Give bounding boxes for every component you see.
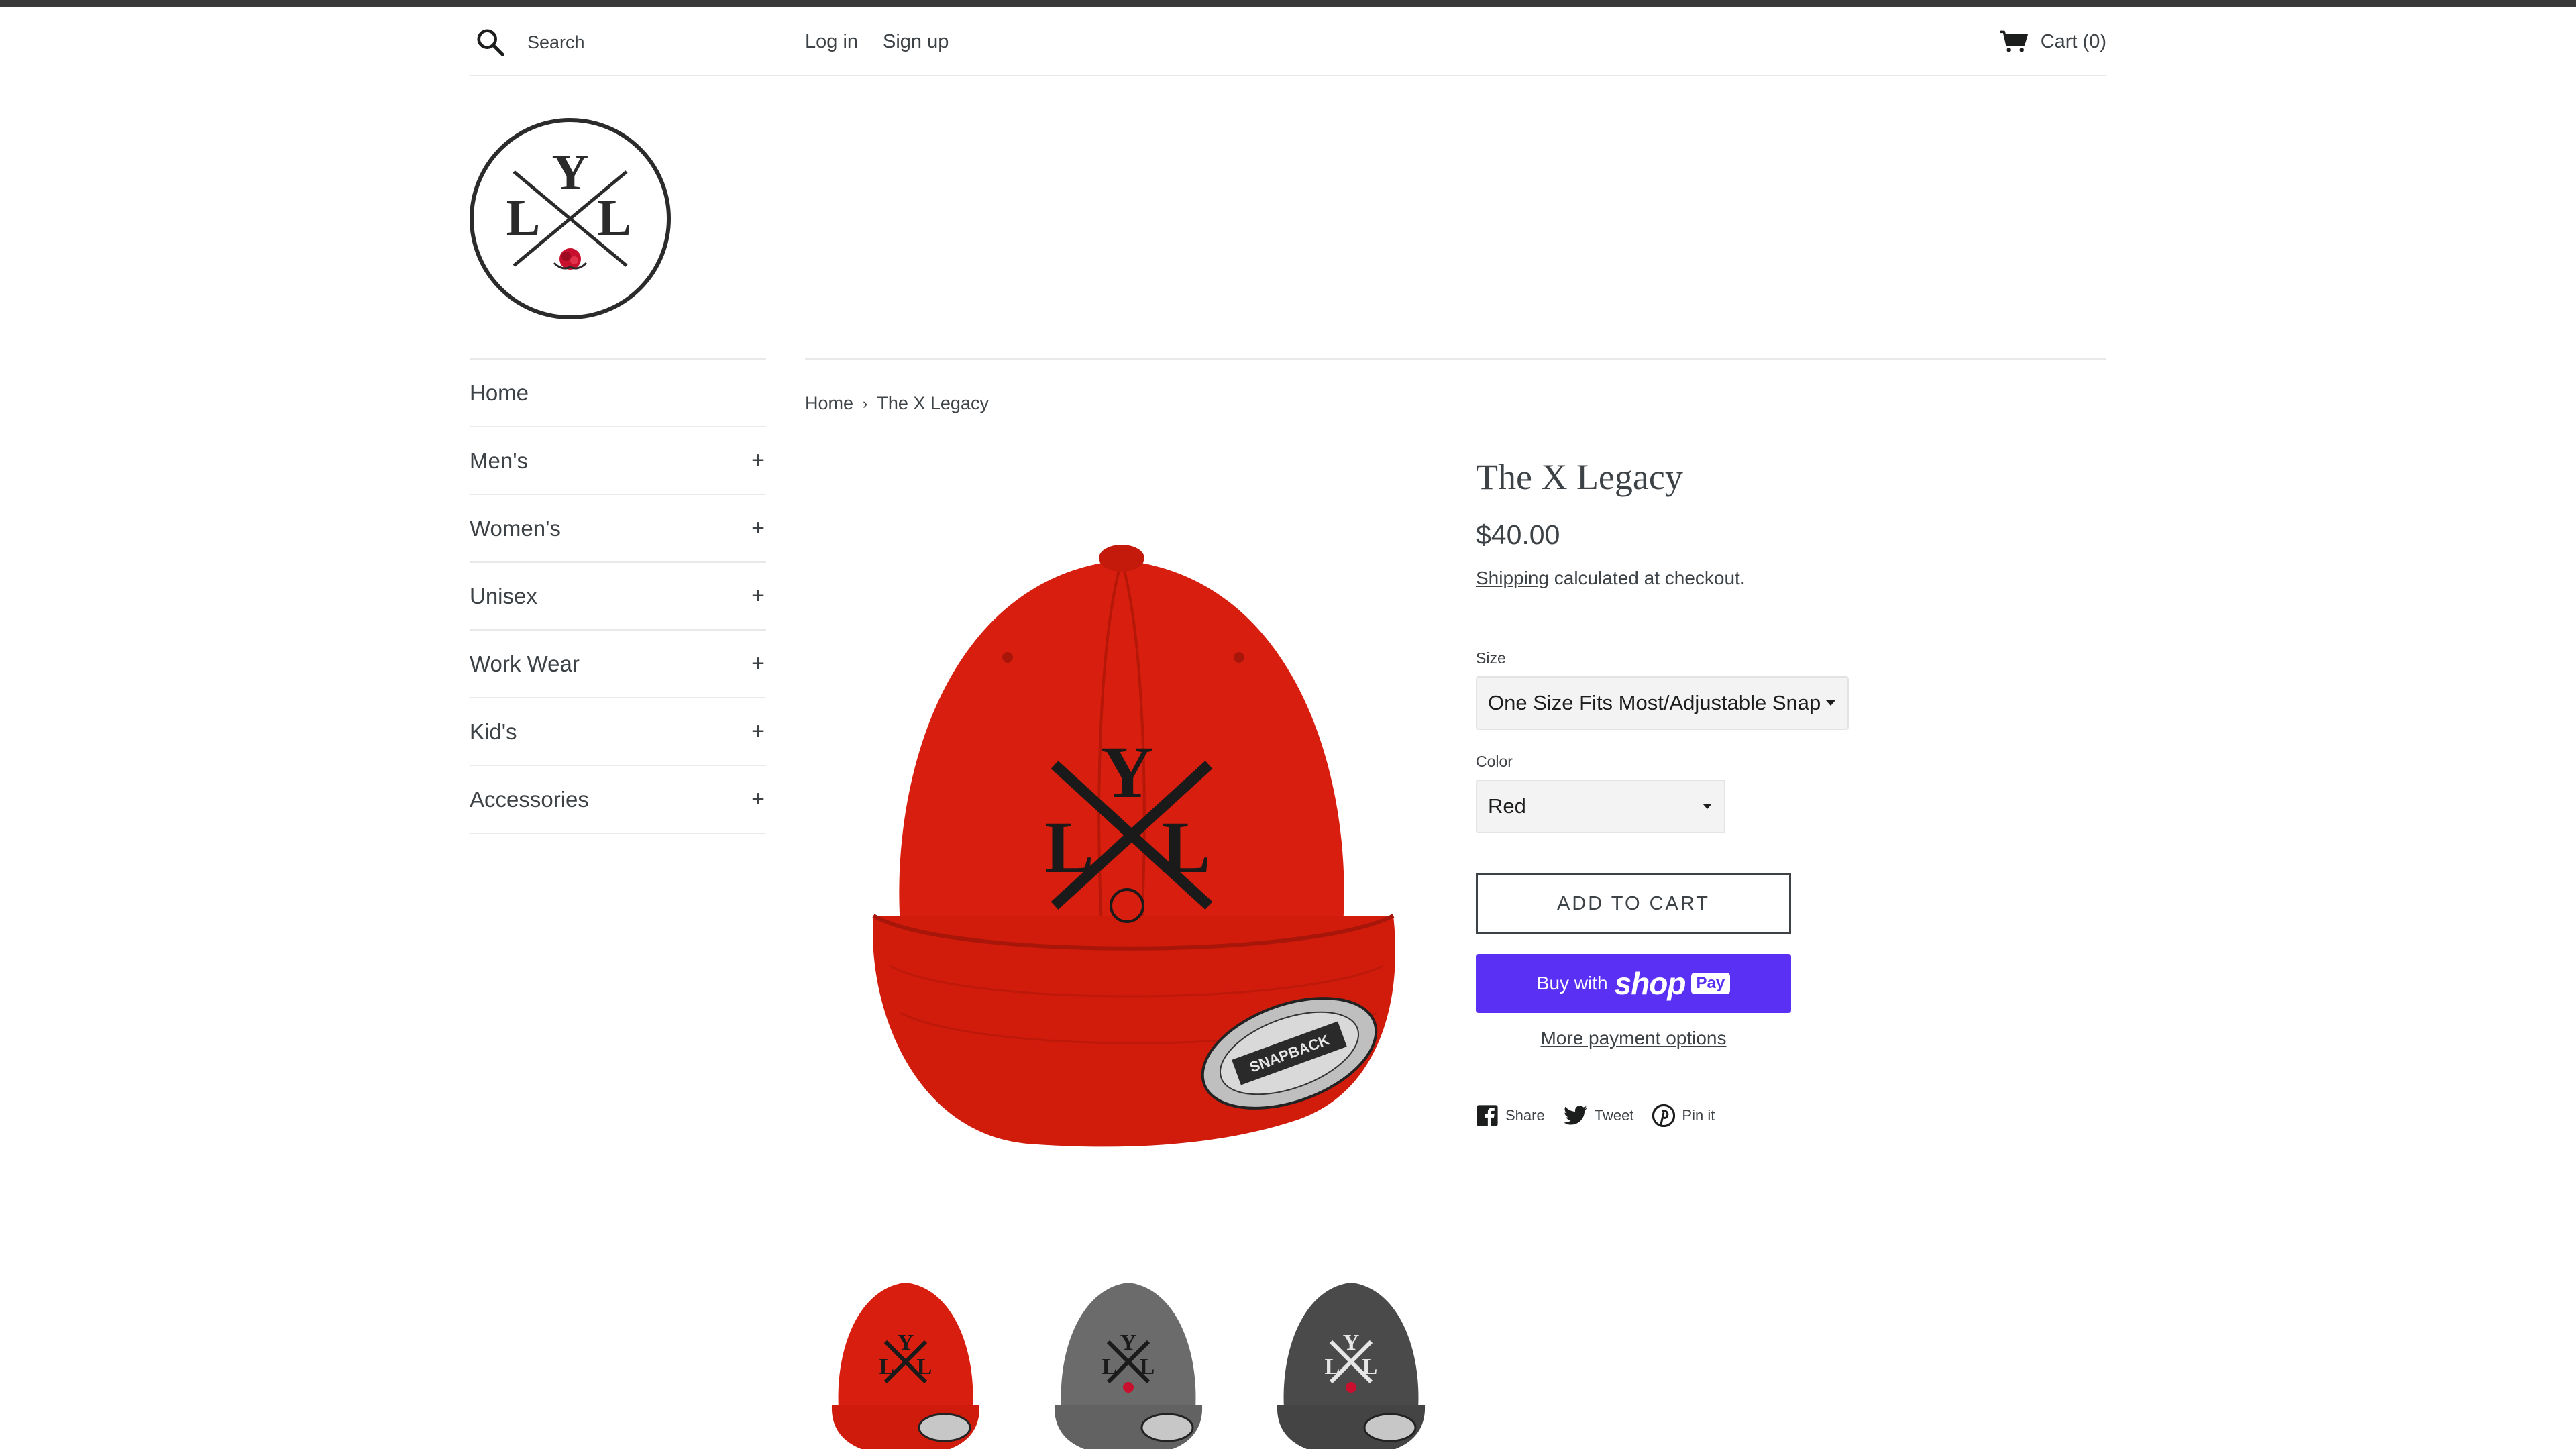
pinterest-icon [1652, 1104, 1676, 1127]
sidebar-item-home[interactable]: Home [470, 360, 766, 427]
product-price: $40.00 [1476, 519, 1560, 550]
shipping-link[interactable]: Shipping [1476, 568, 1549, 588]
product-main-image[interactable]: Y L L SNAPBACK [826, 496, 1417, 1161]
site-header: Search Log in Sign up Cart (0) [470, 7, 2106, 76]
social-share: Share Tweet Pin it [1476, 1104, 1733, 1127]
sidebar-item-mens[interactable]: Men's + [470, 427, 766, 495]
cart-icon [2000, 30, 2028, 52]
share-twitter[interactable]: Tweet [1563, 1106, 1634, 1126]
svg-text:Y: Y [1100, 731, 1153, 813]
expand-icon[interactable]: + [751, 786, 765, 812]
breadcrumb-current: The X Legacy [877, 393, 989, 413]
content-divider [805, 358, 2106, 360]
expand-icon[interactable]: + [751, 583, 765, 609]
chevron-down-icon [1703, 804, 1712, 809]
sidebar-item-label: Women's [470, 515, 561, 541]
expand-icon[interactable]: + [751, 447, 765, 474]
thumbnail-gray[interactable]: Y L L [1041, 1275, 1216, 1449]
sidebar-item-label: Unisex [470, 583, 537, 608]
product-title: The X Legacy [1476, 457, 1683, 497]
svg-text:L: L [1140, 1354, 1155, 1379]
search-input[interactable]: Search [527, 32, 585, 53]
expand-icon[interactable]: + [751, 718, 765, 745]
thumbnail-charcoal[interactable]: Y L L [1264, 1275, 1438, 1449]
svg-text:L: L [1325, 1354, 1340, 1379]
sidebar-item-work-wear[interactable]: Work Wear + [470, 631, 766, 698]
sidebar-item-kids[interactable]: Kid's + [470, 698, 766, 766]
size-label: Size [1476, 649, 1506, 667]
shop-pay-logo: shop [1614, 966, 1686, 1001]
breadcrumb-separator: › [863, 394, 868, 412]
svg-text:L: L [1161, 806, 1210, 888]
facebook-icon [1477, 1105, 1498, 1126]
share-pinterest[interactable]: Pin it [1652, 1104, 1715, 1127]
svg-text:Y: Y [1120, 1330, 1137, 1355]
share-facebook[interactable]: Share [1476, 1104, 1545, 1127]
tweet-label: Tweet [1594, 1107, 1634, 1124]
sidebar-item-label: Accessories [470, 786, 589, 812]
sidebar-item-label: Men's [470, 447, 528, 473]
breadcrumb: Home › The X Legacy [805, 393, 989, 414]
color-select[interactable]: Red [1476, 780, 1725, 833]
sidebar-nav: Home Men's + Women's + Unisex + Work Wea… [470, 358, 766, 834]
sidebar-item-label: Home [470, 380, 529, 405]
size-selected-value: One Size Fits Most/Adjustable Snap [1488, 691, 1821, 714]
svg-text:L: L [1102, 1354, 1118, 1379]
svg-text:L: L [1362, 1354, 1378, 1379]
share-label: Share [1505, 1107, 1545, 1124]
login-link[interactable]: Log in [805, 31, 858, 53]
svg-text:L: L [506, 190, 541, 246]
svg-text:Y: Y [552, 144, 589, 201]
shipping-text: calculated at checkout. [1548, 568, 1746, 588]
size-select[interactable]: One Size Fits Most/Adjustable Snap [1476, 676, 1849, 730]
signup-link[interactable]: Sign up [883, 31, 949, 53]
svg-text:L: L [1044, 806, 1093, 888]
shop-pay-button[interactable]: Buy with shop Pay [1476, 954, 1791, 1013]
shop-pay-badge: Pay [1690, 973, 1731, 994]
product-thumbnails: Y L L Y L L Y L L [805, 1275, 1476, 1449]
pin-label: Pin it [1682, 1107, 1715, 1124]
more-payment-options-link[interactable]: More payment options [1476, 1028, 1791, 1049]
svg-text:L: L [879, 1354, 895, 1379]
cart-label: Cart (0) [2040, 30, 2106, 52]
site-logo[interactable]: Y L L [468, 117, 672, 321]
sidebar-item-unisex[interactable]: Unisex + [470, 563, 766, 631]
sidebar-item-accessories[interactable]: Accessories + [470, 766, 766, 834]
thumbnail-red[interactable]: Y L L [818, 1275, 993, 1449]
chevron-down-icon [1826, 700, 1835, 706]
shipping-note: Shipping calculated at checkout. [1476, 568, 1746, 589]
top-strip [0, 0, 2576, 7]
svg-text:Y: Y [1343, 1330, 1360, 1355]
breadcrumb-home-link[interactable]: Home [805, 393, 853, 414]
shop-pay-prefix: Buy with [1536, 973, 1608, 994]
cart-link[interactable]: Cart (0) [1999, 30, 2106, 54]
sidebar-item-womens[interactable]: Women's + [470, 495, 766, 563]
sidebar-item-label: Kid's [470, 718, 517, 744]
svg-text:Y: Y [898, 1330, 914, 1355]
color-selected-value: Red [1488, 794, 1526, 818]
twitter-icon [1563, 1106, 1587, 1125]
color-label: Color [1476, 753, 1513, 770]
expand-icon[interactable]: + [751, 651, 765, 677]
svg-text:L: L [917, 1354, 932, 1379]
svg-text:L: L [598, 190, 632, 246]
sidebar-item-label: Work Wear [470, 651, 580, 676]
add-to-cart-button[interactable]: ADD TO CART [1476, 873, 1791, 934]
expand-icon[interactable]: + [751, 515, 765, 541]
search-icon[interactable] [475, 27, 506, 58]
